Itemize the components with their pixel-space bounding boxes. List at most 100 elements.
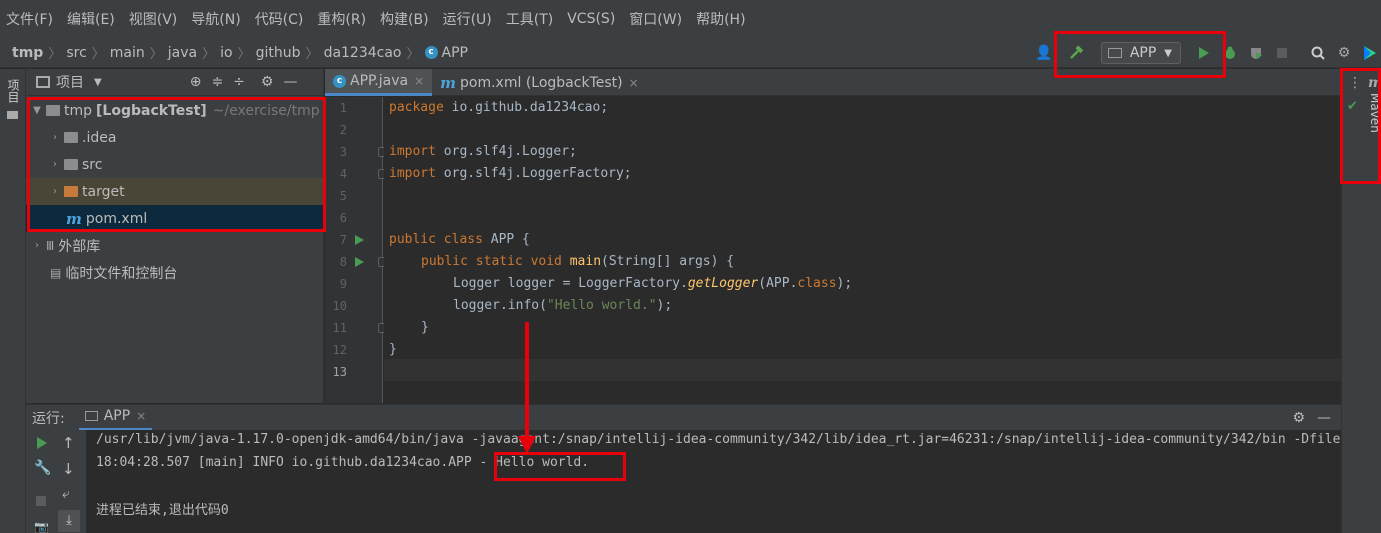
excluded-folder-icon	[64, 186, 78, 197]
menu-window[interactable]: 窗口(W)	[629, 9, 682, 29]
expand-all-icon[interactable]: ≑	[211, 74, 223, 90]
main-toolbar: 👤 APP ▼ ⚙	[1029, 38, 1381, 68]
scratch-icon: ▤	[50, 265, 62, 280]
check-icon: ✔	[1347, 99, 1358, 114]
chevron-right-icon[interactable]: ›	[48, 186, 62, 197]
tree-item-scratches[interactable]: ▤ 临时文件和控制台	[26, 259, 324, 286]
editor-tabs: c APP.java × m pom.xml (LogbackTest) ×	[325, 69, 1341, 96]
menu-code[interactable]: 代码(C)	[255, 9, 304, 29]
run-panel-header: 运行: APP × ⚙ —	[26, 404, 1341, 431]
run-gutter-icon[interactable]	[355, 235, 364, 245]
tree-item-src[interactable]: › src	[26, 151, 324, 178]
locate-icon[interactable]: ⊕	[190, 74, 202, 90]
chevron-right-icon[interactable]: ›	[48, 132, 62, 143]
wrench-icon[interactable]: 🔧	[34, 460, 51, 476]
user-icon[interactable]: 👤	[1033, 42, 1055, 64]
line-number: 7	[339, 233, 347, 247]
chevron-down-icon[interactable]: ▼	[30, 105, 44, 116]
arrow-up-icon[interactable]: ↑	[62, 434, 75, 452]
stop-icon[interactable]	[36, 496, 46, 506]
menu-vcs[interactable]: VCS(S)	[567, 11, 615, 27]
chevron-right-icon[interactable]: ›	[30, 240, 44, 251]
crumb-app[interactable]: c APP	[424, 45, 468, 61]
arrow-down-icon[interactable]: ↓	[62, 460, 75, 478]
minimize-icon[interactable]: —	[283, 74, 297, 90]
tree-item-external-libraries[interactable]: › Ⅲ 外部库	[26, 232, 324, 259]
line-number: 6	[339, 211, 347, 225]
menu-run[interactable]: 运行(U)	[443, 9, 492, 29]
crumb-github[interactable]: github	[256, 45, 301, 61]
crumb-src[interactable]: src	[66, 45, 86, 61]
run-gutter-icon[interactable]	[355, 257, 364, 267]
run-icon[interactable]	[1193, 42, 1215, 64]
collapse-all-icon[interactable]: ÷	[233, 74, 245, 90]
console-line: 进程已结束,退出代码0	[96, 503, 229, 518]
build-hammer-icon[interactable]	[1059, 42, 1093, 64]
menu-file[interactable]: 文件(F)	[6, 9, 53, 29]
maven-tool-button[interactable]: Maven	[1368, 93, 1381, 133]
folder-icon	[64, 159, 78, 170]
tab-app-java[interactable]: c APP.java ×	[325, 69, 433, 96]
console-output[interactable]: /usr/lib/jvm/java-1.17.0-openjdk-amd64/b…	[86, 430, 1341, 533]
run-configuration-select[interactable]: APP ▼	[1100, 42, 1181, 64]
tab-pom-xml[interactable]: m pom.xml (LogbackTest) ×	[432, 69, 647, 96]
application-icon	[1107, 48, 1122, 58]
stop-icon[interactable]	[1271, 42, 1293, 64]
coverage-icon[interactable]	[1245, 42, 1267, 64]
code-line-7: public class APP {	[389, 232, 530, 247]
gear-icon[interactable]: ⚙	[261, 74, 274, 90]
project-view-select[interactable]: 项目	[56, 72, 84, 92]
menu-help[interactable]: 帮助(H)	[696, 9, 745, 29]
tree-item-pom[interactable]: m pom.xml	[26, 205, 324, 232]
camera-icon[interactable]: 📷	[34, 520, 49, 533]
more-options-icon[interactable]: ⋮	[1348, 75, 1362, 91]
chevron-down-icon[interactable]: ▼	[94, 77, 102, 88]
line-number: 10	[332, 299, 347, 313]
plugin-icon[interactable]	[1359, 42, 1381, 64]
project-panel: 项目 ▼ ⊕ ≑ ÷ ⚙ — ▼ tmp [LogbackTest] ~/exe…	[26, 69, 324, 403]
project-view-icon	[36, 76, 50, 88]
minimize-icon[interactable]: —	[1317, 410, 1331, 426]
crumb-main[interactable]: main	[110, 45, 145, 61]
close-icon[interactable]: ×	[136, 409, 146, 423]
run-tab-app[interactable]: APP ×	[78, 405, 153, 431]
chevron-right-icon: 〉	[237, 47, 251, 62]
search-icon[interactable]	[1307, 42, 1329, 64]
gear-icon[interactable]: ⚙	[1333, 42, 1355, 64]
maven-file-icon: m	[440, 73, 457, 92]
menu-view[interactable]: 视图(V)	[129, 9, 178, 29]
tree-item-target[interactable]: › target	[26, 178, 324, 205]
menu-edit[interactable]: 编辑(E)	[67, 9, 115, 29]
rerun-icon[interactable]	[36, 436, 48, 454]
soft-wrap-icon[interactable]: ⤶	[62, 486, 70, 502]
tree-item-root[interactable]: ▼ tmp [LogbackTest] ~/exercise/tmp	[26, 97, 324, 124]
left-tool-stripe: 项目	[0, 69, 26, 533]
line-number: 2	[339, 123, 347, 137]
code-line-4: import org.slf4j.LoggerFactory;	[389, 166, 632, 181]
line-number: 12	[332, 343, 347, 357]
code-line-11: }	[421, 320, 429, 335]
debug-icon[interactable]	[1219, 42, 1241, 64]
chevron-right-icon[interactable]: ›	[48, 159, 62, 170]
code-line-9: Logger logger = LoggerFactory.getLogger(…	[453, 276, 853, 291]
tree-item-idea[interactable]: › .idea	[26, 124, 324, 151]
crumb-da1234cao[interactable]: da1234cao	[324, 45, 402, 61]
gear-icon[interactable]: ⚙	[1292, 410, 1305, 426]
crumb-tmp[interactable]: tmp	[12, 45, 43, 61]
menu-build[interactable]: 构建(B)	[380, 9, 429, 29]
scroll-to-end-icon[interactable]: ⤓	[58, 510, 80, 532]
menu-refactor[interactable]: 重构(R)	[317, 9, 366, 29]
crumb-java[interactable]: java	[168, 45, 197, 61]
chevron-right-icon: 〉	[91, 47, 105, 62]
menu-navigate[interactable]: 导航(N)	[191, 9, 240, 29]
right-tool-stripe: ⋮ ✔ m Maven	[1341, 69, 1381, 533]
line-number: 8	[339, 255, 347, 269]
project-tool-button[interactable]: 项目	[4, 79, 22, 103]
close-icon[interactable]: ×	[414, 74, 424, 88]
menu-tools[interactable]: 工具(T)	[506, 9, 553, 29]
line-number: 3	[339, 145, 347, 159]
close-icon[interactable]: ×	[629, 76, 639, 90]
crumb-io[interactable]: io	[220, 45, 232, 61]
chevron-right-icon: 〉	[202, 47, 216, 62]
run-toolbar: ↑ 🔧 ↓ ⤶ ⤓ 📷	[26, 430, 86, 533]
